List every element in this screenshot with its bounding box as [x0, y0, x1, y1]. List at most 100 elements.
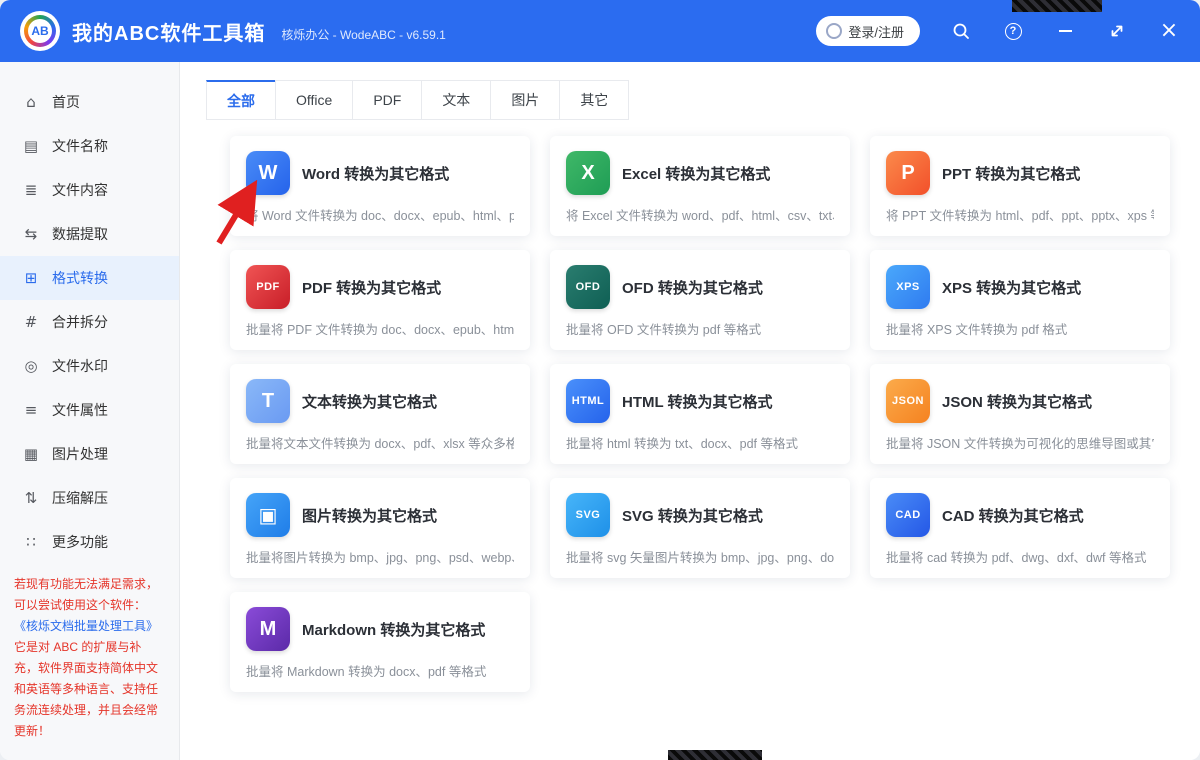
card-description: 批量将图片转换为 bmp、jpg、png、psd、webp、	[246, 547, 514, 566]
image-process-icon: ▦	[22, 445, 40, 463]
tool-card-txt[interactable]: T文本转换为其它格式批量将文本文件转换为 docx、pdf、xlsx 等众多格式	[230, 364, 530, 464]
user-icon	[826, 23, 842, 39]
card-title: HTML 转换为其它格式	[622, 391, 773, 412]
notice-line1: 若现有功能无法满足需求，可以尝试使用这个软件：	[14, 577, 158, 612]
sidebar-item-label: 文件名称	[52, 136, 108, 156]
tool-card-ofd[interactable]: OFDOFD 转换为其它格式批量将 OFD 文件转换为 pdf 等格式	[550, 250, 850, 350]
card-title: XPS 转换为其它格式	[942, 277, 1081, 298]
sidebar-item-watermark[interactable]: ◎文件水印	[0, 344, 179, 388]
sidebar-item-merge-split[interactable]: # 合并拆分	[0, 300, 179, 344]
img-format-icon: ▣	[246, 493, 290, 537]
redaction-block	[1012, 0, 1102, 12]
titlebar-actions: 登录/注册 ? ×	[816, 16, 1180, 46]
card-description: 将 Excel 文件转换为 word、pdf、html、csv、txt、s	[566, 205, 834, 224]
card-description: 批量将 OFD 文件转换为 pdf 等格式	[566, 319, 834, 338]
notice-tool-link[interactable]: 《核烁文档批量处理工具》	[14, 619, 158, 633]
tool-card-json[interactable]: JSONJSON 转换为其它格式批量将 JSON 文件转换为可视化的思维导图或其…	[870, 364, 1170, 464]
sidebar-item-file-props[interactable]: ≡文件属性	[0, 388, 179, 432]
json-format-icon: JSON	[886, 379, 930, 423]
sidebar-item-more-features[interactable]: ∷更多功能	[0, 520, 179, 564]
sidebar-notice: 若现有功能无法满足需求，可以尝试使用这个软件： 《核烁文档批量处理工具》 它是对…	[0, 564, 179, 760]
tool-card-grid: WWord 转换为其它格式将 Word 文件转换为 doc、docx、epub、…	[230, 136, 1170, 692]
notice-line2: 它是对 ABC 的扩展与补充，软件界面支持简体中文和英语等多种语言、支持任务流连…	[14, 640, 158, 738]
sidebar-item-label: 合并拆分	[52, 312, 108, 332]
sidebar: ⌂ 首页 ▤文件名称 ≣ 文件内容 ⇆ 数据提取 ⊞格式转换 # 合并拆分 ◎文件水印≡文件属性 ▦ 图…	[0, 62, 180, 760]
minimize-button[interactable]	[1054, 20, 1076, 42]
card-title: PDF 转换为其它格式	[302, 277, 441, 298]
sidebar-item-label: 文件内容	[52, 180, 108, 200]
sidebar-item-file-content[interactable]: ≣ 文件内容	[0, 168, 179, 212]
xps-format-icon: XPS	[886, 265, 930, 309]
markdown-format-icon: M	[246, 607, 290, 651]
sidebar-item-format-convert[interactable]: ⊞格式转换	[0, 256, 179, 300]
card-description: 批量将 XPS 文件转换为 pdf 格式	[886, 319, 1154, 338]
card-title: PPT 转换为其它格式	[942, 163, 1080, 184]
tab-office[interactable]: Office	[275, 80, 353, 120]
sidebar-item-file-name[interactable]: ▤文件名称	[0, 124, 179, 168]
tool-card-xps[interactable]: XPS XPS 转换为其它格式批量将 XPS 文件转换为 pdf 格式	[870, 250, 1170, 350]
sidebar-item-label: 首页	[52, 92, 80, 112]
tab-other[interactable]: 其它	[559, 80, 629, 120]
help-icon[interactable]: ?	[1002, 20, 1024, 42]
card-title: 图片转换为其它格式	[302, 505, 437, 526]
app-window: AB 我的ABC软件工具箱 核烁办公 - WodeABC - v6.59.1 登…	[0, 0, 1200, 760]
sidebar-item-home[interactable]: ⌂ 首页	[0, 80, 179, 124]
login-register-button[interactable]: 登录/注册	[816, 16, 920, 46]
sidebar-item-label: 文件属性	[52, 400, 108, 420]
tool-card-svg[interactable]: SVG SVG 转换为其它格式批量将 svg 矢量图片转换为 bmp、jpg、pn…	[550, 478, 850, 578]
ppt-format-icon: P	[886, 151, 930, 195]
card-description: 批量将 svg 矢量图片转换为 bmp、jpg、png、docx	[566, 547, 834, 566]
card-title: 文本转换为其它格式	[302, 391, 437, 412]
tab-text[interactable]: 文本	[421, 80, 491, 120]
cad-format-icon: CAD	[886, 493, 930, 537]
card-description: 将 PPT 文件转换为 html、pdf、ppt、pptx、xps 等	[886, 205, 1154, 224]
card-title: SVG 转换为其它格式	[622, 505, 763, 526]
svg-format-icon: SVG	[566, 493, 610, 537]
tool-card-markdown[interactable]: MMarkdown 转换为其它格式批量将 Markdown 转换为 docx、p…	[230, 592, 530, 692]
tool-card-ppt[interactable]: P PPT 转换为其它格式将 PPT 文件转换为 html、pdf、ppt、ppt…	[870, 136, 1170, 236]
card-description: 批量将 JSON 文件转换为可视化的思维导图或其它格	[886, 433, 1154, 452]
card-title: Excel 转换为其它格式	[622, 163, 770, 184]
search-icon[interactable]	[950, 20, 972, 42]
more-features-icon: ∷	[22, 533, 40, 551]
compress-icon: ⇅	[22, 489, 40, 507]
login-register-label: 登录/注册	[848, 22, 904, 41]
card-description: 批量将 html 转换为 txt、docx、pdf 等格式	[566, 433, 834, 452]
home-icon: ⌂	[22, 93, 40, 111]
file-content-icon: ≣	[22, 181, 40, 199]
tool-card-excel[interactable]: X Excel 转换为其它格式将 Excel 文件转换为 word、pdf、htm…	[550, 136, 850, 236]
sidebar-item-label: 格式转换	[52, 268, 108, 288]
excel-format-icon: X	[566, 151, 610, 195]
close-button[interactable]: ×	[1158, 20, 1180, 42]
sidebar-item-label: 数据提取	[52, 224, 108, 244]
tool-card-html[interactable]: HTML HTML 转换为其它格式批量将 html 转换为 txt、docx、pd…	[550, 364, 850, 464]
tab-image[interactable]: 图片	[490, 80, 560, 120]
app-logo-text: AB	[28, 19, 52, 43]
html-format-icon: HTML	[566, 379, 610, 423]
card-description: 批量将 PDF 文件转换为 doc、docx、epub、html、	[246, 319, 514, 338]
app-subtitle: 核烁办公 - WodeABC - v6.59.1	[281, 26, 446, 43]
tab-all[interactable]: 全部	[206, 80, 276, 120]
card-description: 将 Word 文件转换为 doc、docx、epub、html、pd	[246, 205, 514, 224]
card-description: 批量将 Markdown 转换为 docx、pdf 等格式	[246, 661, 514, 680]
sidebar-item-label: 图片处理	[52, 444, 108, 464]
tool-card-word[interactable]: WWord 转换为其它格式将 Word 文件转换为 doc、docx、epub、…	[230, 136, 530, 236]
tool-card-cad[interactable]: CADCAD 转换为其它格式批量将 cad 转换为 pdf、dwg、dxf、dw…	[870, 478, 1170, 578]
sidebar-item-label: 文件水印	[52, 356, 108, 376]
tab-pdf[interactable]: PDF	[352, 80, 422, 120]
tool-card-pdf[interactable]: PDF PDF 转换为其它格式批量将 PDF 文件转换为 doc、docx、epu…	[230, 250, 530, 350]
sidebar-item-image-process[interactable]: ▦ 图片处理	[0, 432, 179, 476]
txt-format-icon: T	[246, 379, 290, 423]
sidebar-item-compress[interactable]: ⇅ 压缩解压	[0, 476, 179, 520]
redaction-block	[668, 750, 762, 760]
app-logo-icon: AB	[20, 11, 60, 51]
sidebar-item-label: 压缩解压	[52, 488, 108, 508]
sidebar-item-data-extract[interactable]: ⇆ 数据提取	[0, 212, 179, 256]
merge-split-icon: #	[22, 313, 40, 331]
tool-card-img[interactable]: ▣ 图片转换为其它格式批量将图片转换为 bmp、jpg、png、psd、webp、	[230, 478, 530, 578]
card-description: 批量将 cad 转换为 pdf、dwg、dxf、dwf 等格式	[886, 547, 1154, 566]
pdf-format-icon: PDF	[246, 265, 290, 309]
data-extract-icon: ⇆	[22, 225, 40, 243]
maximize-button[interactable]	[1106, 20, 1128, 42]
main-content: 全部OfficePDF文本图片其它 WWord 转换为其它格式将 Word 文件…	[180, 62, 1200, 760]
